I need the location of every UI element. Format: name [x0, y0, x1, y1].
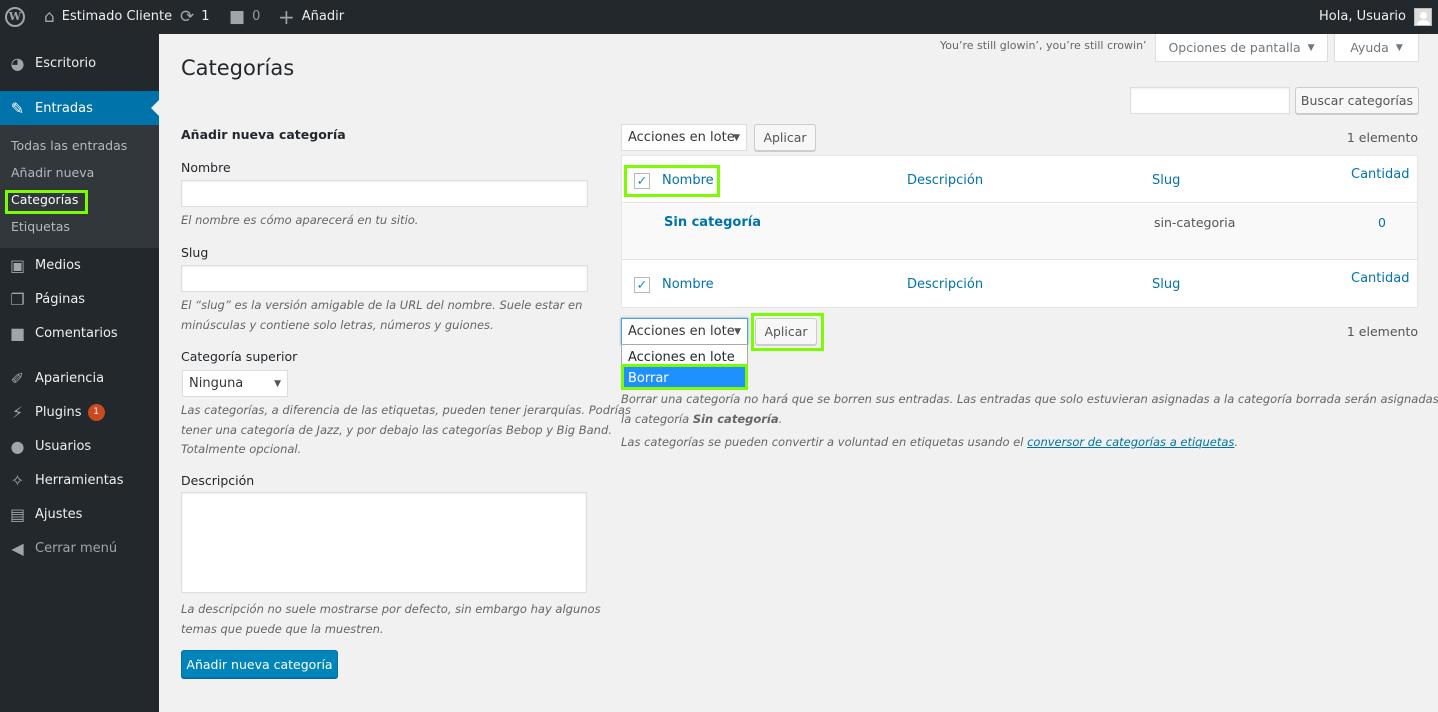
- item-count-top: 1 elemento: [1346, 130, 1418, 145]
- item-count-bottom: 1 elemento: [1346, 324, 1418, 339]
- page-title: Categorías: [181, 56, 295, 80]
- bulk-actions-select-bottom[interactable]: Acciones en lote ▼: [621, 318, 748, 345]
- triangle-down-icon: ▼: [1395, 42, 1403, 53]
- sidebar-item-usuarios[interactable]: ● Usuarios: [0, 429, 159, 463]
- chevron-down-icon: ▼: [274, 378, 281, 389]
- new-content-link[interactable]: + Añadir: [278, 0, 344, 34]
- parent-category-select[interactable]: Ninguna ▼: [182, 370, 288, 397]
- slug-help-line-2: minúsculas y contiene solo letras, númer…: [181, 318, 494, 332]
- sidebar-item-cerrar-menu[interactable]: ◀ Cerrar menú: [0, 531, 159, 565]
- category-count-link[interactable]: 0: [1378, 215, 1386, 230]
- sidebar-item-comentarios[interactable]: ■ Comentarios: [0, 316, 159, 350]
- comment-bubble-icon: ■: [229, 7, 246, 27]
- settings-icon: ▤: [9, 504, 26, 524]
- hello-dolly-lyric: You’re still glowin’, you’re still crowi…: [940, 39, 1147, 52]
- home-icon: ⌂: [44, 7, 55, 27]
- triangle-down-icon: ▼: [1307, 42, 1315, 53]
- my-account-link[interactable]: Hola, Usuario: [1319, 0, 1432, 34]
- delete-note-line-1: Borrar una categoría no hará que se borr…: [621, 392, 1438, 406]
- tools-icon: ✧: [10, 470, 25, 490]
- search-input[interactable]: [1130, 87, 1290, 114]
- submenu-item-anadir[interactable]: Añadir nueva: [11, 165, 94, 180]
- add-category-submit-button[interactable]: Añadir nueva categoría: [181, 650, 338, 678]
- dashboard-icon: ◕: [10, 53, 25, 73]
- updates-link[interactable]: ⟳ 1: [180, 0, 210, 34]
- appearance-icon: ✐: [10, 368, 25, 388]
- column-slug-header[interactable]: Slug: [1152, 173, 1180, 188]
- add-category-heading: Añadir nueva categoría: [181, 127, 346, 142]
- bulk-actions-select-top[interactable]: Acciones en lote ▼: [621, 124, 747, 151]
- delete-note-line-2: la categoría Sin categoría.: [621, 412, 783, 426]
- table-header-row: ✓ Nombre Descripción Slug Cantidad: [622, 156, 1417, 203]
- nombre-header-highlight: [624, 165, 720, 197]
- description-textarea[interactable]: [181, 492, 587, 593]
- category-converter-link[interactable]: conversor de categorías a etiquetas: [1027, 435, 1234, 449]
- screen-options-button[interactable]: Opciones de pantalla ▼: [1155, 34, 1328, 62]
- plugins-icon: ⚡: [11, 402, 24, 422]
- apply-button-top[interactable]: Aplicar: [754, 124, 816, 151]
- users-icon: ●: [10, 436, 25, 456]
- borrar-highlight: [621, 364, 748, 390]
- avatar: [1414, 8, 1432, 26]
- description-help-line-2: temas que puede que la muestren.: [181, 622, 384, 636]
- sidebar-item-herramientas[interactable]: ✧ Herramientas: [0, 463, 159, 497]
- entradas-submenu: Todas las entradas Añadir nueva Categorí…: [0, 125, 159, 248]
- table-row: Sin categoría sin-categoria 0: [622, 204, 1417, 260]
- sidebar-item-escritorio[interactable]: ◕ Escritorio: [0, 46, 159, 80]
- wordpress-logo-icon[interactable]: W: [5, 0, 29, 34]
- categorias-highlight: [5, 190, 88, 214]
- chevron-down-icon: ▼: [734, 326, 741, 337]
- slug-help-line-1: El “slug” es la versión amigable de la U…: [181, 298, 583, 312]
- submenu-item-etiquetas[interactable]: Etiquetas: [11, 219, 70, 234]
- chevron-down-icon: ▼: [733, 132, 740, 143]
- parent-help-line-2: tener una categoría de Jazz, y por debaj…: [181, 423, 612, 437]
- sidebar-item-medios[interactable]: ▣ Medios: [0, 248, 159, 282]
- select-all-checkbox-bottom[interactable]: ✓: [634, 277, 650, 293]
- table-footer-row: ✓ Nombre Descripción Slug Cantidad: [622, 261, 1417, 307]
- column-name-footer[interactable]: Nombre: [662, 277, 714, 292]
- parent-help-line-1: Las categorías, a diferencia de las etiq…: [181, 403, 631, 417]
- sidebar-item-apariencia[interactable]: ✐ Apariencia: [0, 361, 159, 395]
- sidebar-item-ajustes[interactable]: ▤ Ajustes: [0, 497, 159, 531]
- plus-icon: +: [278, 5, 295, 29]
- column-count-footer[interactable]: Cantidad: [1351, 271, 1409, 286]
- slug-label: Slug: [181, 245, 209, 260]
- pages-icon: ❐: [10, 289, 25, 309]
- column-count-header[interactable]: Cantidad: [1351, 167, 1409, 182]
- help-button[interactable]: Ayuda ▼: [1334, 34, 1419, 62]
- name-input[interactable]: [181, 180, 588, 207]
- column-description-header[interactable]: Descripción: [907, 173, 983, 188]
- convert-note: Las categorías se pueden convertir a vol…: [621, 435, 1239, 449]
- category-slug: sin-categoria: [1154, 215, 1236, 230]
- name-help: El nombre es cómo aparecerá en tu sitio.: [181, 213, 419, 227]
- sidebar-item-plugins[interactable]: ⚡ Plugins 1: [0, 395, 159, 429]
- description-label: Descripción: [181, 473, 255, 488]
- sidebar-item-paginas[interactable]: ❐ Páginas: [0, 282, 159, 316]
- plugins-update-badge: 1: [87, 403, 105, 421]
- categories-table: ✓ Nombre Descripción Slug Cantidad Sin c…: [621, 155, 1418, 308]
- sidebar-item-entradas[interactable]: ✎ Entradas: [0, 91, 159, 125]
- search-categories-button[interactable]: Buscar categorías: [1295, 87, 1419, 114]
- parent-category-label: Categoría superior: [181, 349, 298, 364]
- comments-icon: ■: [9, 323, 26, 343]
- media-icon: ▣: [9, 255, 26, 275]
- column-description-footer[interactable]: Descripción: [907, 277, 983, 292]
- apply-highlight: [751, 313, 824, 351]
- admin-bar: W ⌂ Estimado Cliente ⟳ 1 ■ 0 + Añadir Ho…: [0, 0, 1438, 34]
- name-label: Nombre: [181, 160, 231, 175]
- collapse-icon: ◀: [11, 538, 24, 558]
- submenu-item-todas[interactable]: Todas las entradas: [11, 138, 127, 153]
- parent-help-line-3: Totalmente opcional.: [181, 442, 302, 456]
- slug-input[interactable]: [181, 265, 588, 292]
- updates-icon: ⟳: [180, 7, 195, 27]
- category-name-link[interactable]: Sin categoría: [664, 215, 761, 230]
- column-slug-footer[interactable]: Slug: [1152, 277, 1180, 292]
- description-help-line-1: La descripción no suele mostrarse por de…: [181, 602, 601, 616]
- pushpin-icon: ✎: [10, 98, 25, 118]
- site-name-link[interactable]: ⌂ Estimado Cliente: [44, 0, 172, 34]
- comments-link[interactable]: ■ 0: [229, 0, 260, 34]
